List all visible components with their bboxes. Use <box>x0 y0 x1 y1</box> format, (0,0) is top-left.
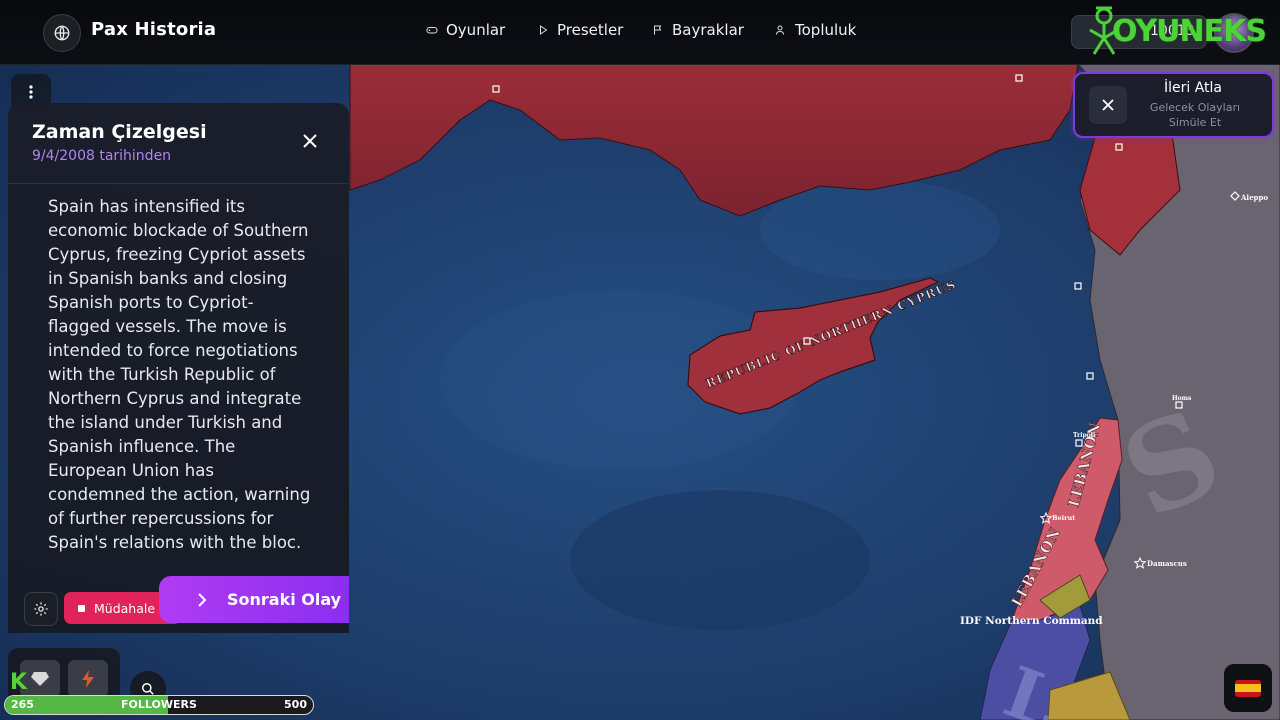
close-icon <box>1102 99 1114 111</box>
nav-label: Presetler <box>557 21 624 39</box>
mascot-icon <box>1089 6 1119 55</box>
nav-topluluk[interactable]: Topluluk <box>775 21 856 39</box>
globe-icon <box>54 25 70 41</box>
map-label-beirut: Beirut <box>1052 514 1075 522</box>
map-label-aleppo: Aleppo <box>1240 193 1268 202</box>
nav-label: Topluluk <box>795 21 857 39</box>
nav-label: Bayraklar <box>672 21 744 39</box>
boost-tile[interactable] <box>68 660 108 698</box>
close-icon[interactable] <box>300 131 320 151</box>
lightning-icon <box>82 670 94 688</box>
event-description: Spain has intensified its economic block… <box>48 197 311 552</box>
skip-ahead-subtitle-line2: Simüle Et <box>1168 116 1222 129</box>
kick-logo-icon: K <box>10 670 28 695</box>
timeline-panel: Zaman Çizelgesi 9/4/2008 tarihinden Spai… <box>8 103 349 633</box>
panel-title: Zaman Çizelgesi <box>32 121 207 143</box>
app-title[interactable]: Pax Historia <box>91 19 216 40</box>
skip-close-button[interactable] <box>1089 86 1127 124</box>
country-flag-button[interactable] <box>1224 664 1272 712</box>
skip-ahead-subtitle: Gelecek Olayları Simüle Et <box>1135 100 1255 130</box>
dots-vertical-icon <box>29 85 33 99</box>
followers-goal: 500 <box>284 698 307 711</box>
settings-button[interactable] <box>24 592 58 626</box>
watermark-logo: OYUNEKS <box>1082 2 1280 60</box>
next-event-button[interactable]: Sonraki Olay <box>159 576 349 623</box>
followers-label: FOLLOWERS <box>121 698 197 711</box>
chevron-right-icon <box>198 592 207 607</box>
watermark-text: OYUNEKS <box>1112 13 1267 49</box>
users-icon <box>776 25 784 35</box>
gem-icon <box>31 672 49 686</box>
stop-square-icon <box>78 604 85 612</box>
spain-flag-icon <box>1235 679 1261 697</box>
search-icon <box>142 683 154 695</box>
skip-ahead-subtitle-line1: Gelecek Olayları <box>1149 101 1241 114</box>
gamepad-icon <box>426 27 438 34</box>
map-label-idf: IDF Northern Command <box>960 615 1103 627</box>
skip-ahead-panel[interactable]: İleri Atla Gelecek Olayları Simüle Et <box>1073 72 1274 138</box>
skip-ahead-title: İleri Atla <box>1163 80 1223 96</box>
map-label-damascus: Damascus <box>1147 559 1187 568</box>
nav-label: Oyunlar <box>446 21 506 39</box>
gear-icon <box>34 602 48 616</box>
map-label-tripoli: Tripoli <box>1073 432 1096 439</box>
followers-progress-bar: 265 FOLLOWERS 500 <box>4 695 314 715</box>
flag-icon <box>654 25 662 35</box>
next-event-label: Sonraki Olay <box>227 590 342 609</box>
nav-presetler[interactable]: Presetler <box>537 21 623 39</box>
nav-oyunlar[interactable]: Oyunlar <box>426 21 505 39</box>
play-icon <box>540 25 548 35</box>
app-logo[interactable] <box>43 14 81 52</box>
panel-subtitle: 9/4/2008 tarihinden <box>32 148 172 164</box>
nav-bayraklar[interactable]: Bayraklar <box>652 21 744 39</box>
panel-divider <box>8 183 349 184</box>
